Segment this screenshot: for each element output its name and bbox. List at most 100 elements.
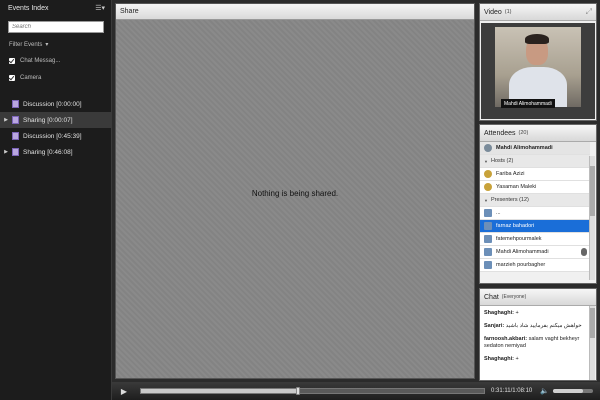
video-pod-title: Video (484, 8, 502, 16)
chat-text: + (515, 356, 519, 362)
volume-slider[interactable] (552, 389, 593, 393)
event-item[interactable]: Discussion [0:00:00] (0, 96, 111, 112)
attendee-row[interactable]: Yasaman Maleki (480, 181, 590, 194)
fullscreen-icon[interactable]: ⤢ (586, 7, 592, 17)
events-index-header: Events Index ☰▾ (0, 0, 111, 16)
chat-pod-header: Chat (Everyone) (480, 289, 596, 306)
seek-bar[interactable] (140, 387, 485, 395)
seek-handle[interactable] (295, 387, 300, 395)
chat-scrollbar[interactable] (589, 306, 595, 380)
share-pod: Share Nothing is being shared. (115, 3, 475, 379)
volume-level (552, 389, 583, 393)
playback-bar: ▶ 0:31:11/1:08:10 🔈 (112, 382, 600, 400)
seek-progress (141, 389, 298, 393)
attendees-pod-title: Attendees (484, 129, 516, 137)
attendee-row[interactable]: ... (480, 207, 590, 220)
attendee-name: Mahdi Alimohammadi (496, 145, 553, 151)
presenter-icon (484, 222, 492, 230)
video-count: (1) (504, 9, 512, 15)
hosts-group-label: Hosts (2) (490, 158, 514, 164)
attendee-name: Mahdi Alimohammadi (496, 249, 549, 255)
attendee-name: farnaz bahadori (496, 223, 535, 229)
chat-message: Shaghaghi: + (484, 310, 585, 317)
attendee-name: Fariba Azizi (496, 171, 525, 177)
volume-icon[interactable]: 🔈 (540, 387, 549, 395)
chat-message: Sanjari: خواهش میکنم بفرمایید شاد باشید (484, 323, 585, 330)
presenters-group-header[interactable]: ▼ Presenters (12) (480, 194, 590, 207)
presenter-icon (484, 248, 492, 256)
hosts-group-header[interactable]: ▼ Hosts (2) (480, 155, 590, 168)
user-icon (484, 144, 492, 152)
checkbox-camera[interactable] (9, 75, 15, 81)
chat-message: Shaghaghi: + (484, 356, 585, 363)
attendees-pod: Attendees (20) Mahdi Alimohammadi ▼ Host… (479, 124, 597, 284)
events-index-panel: Events Index ☰▾ Filter Events ▾ Chat Mes… (0, 0, 112, 400)
expand-arrow-icon[interactable]: ▶ (0, 117, 12, 123)
attendee-row[interactable]: farnaz bahadori (480, 220, 590, 233)
events-index-title: Events Index (8, 4, 49, 12)
events-list: Discussion [0:00:00] ▶ Sharing [0:00:07]… (0, 96, 111, 160)
filter-camera-label: Camera (20, 75, 42, 81)
chat-sender: Sanjari: (484, 323, 505, 329)
camera-name-label: Mahdi Alimohammadi (501, 99, 555, 108)
collapse-triangle-icon: ▼ (484, 197, 488, 203)
sharing-icon (12, 148, 19, 156)
event-item[interactable]: ▶ Sharing [0:00:07] (0, 112, 111, 128)
share-pod-title: Share (120, 8, 139, 15)
attendee-row[interactable]: marzieh pourbagher (480, 259, 590, 272)
expand-arrow-icon[interactable]: ▶ (0, 149, 12, 155)
chat-messages: Shaghaghi: + Sanjari: خواهش میکنم بفرمای… (480, 306, 589, 380)
presenter-icon (484, 209, 492, 217)
chat-text: + (515, 310, 519, 316)
share-pod-header: Share (116, 4, 474, 20)
attendee-name: fatemehpourmalek (496, 236, 542, 242)
checkbox-chat-messages[interactable] (9, 58, 15, 64)
host-icon (484, 183, 492, 191)
presenter-icon (484, 235, 492, 243)
attendee-name: marzieh pourbagher (496, 262, 546, 268)
attendees-count: (20) (518, 130, 529, 136)
share-content-area: Nothing is being shared. (116, 20, 474, 378)
chevron-down-icon: ▾ (45, 42, 49, 48)
event-label: Discussion [0:45:39] (23, 132, 82, 140)
discussion-icon (12, 132, 19, 140)
scrollbar-thumb[interactable] (590, 308, 595, 338)
webcam-feed (495, 27, 581, 107)
video-pod-header: Video (1) (480, 4, 596, 21)
scrollbar-thumb[interactable] (590, 166, 595, 216)
chat-pod: Chat (Everyone) Shaghaghi: + Sanjari: خو… (479, 288, 597, 381)
chat-message: farnoosh.akbari: salam vaght bekheyr sed… (484, 336, 585, 350)
event-item[interactable]: Discussion [0:45:39] (0, 128, 111, 144)
filter-events-dropdown[interactable]: Filter Events ▾ (9, 41, 111, 49)
attendees-pod-header: Attendees (20) (480, 125, 596, 142)
meeting-recording-app: Events Index ☰▾ Filter Events ▾ Chat Mes… (0, 0, 600, 400)
attendee-row[interactable]: fatemehpourmalek (480, 233, 590, 246)
microphone-icon (581, 248, 587, 256)
playback-time: 0:31:11/1:08:10 (491, 388, 533, 394)
attendees-list: Mahdi Alimohammadi ▼ Hosts (2) Fariba Az… (480, 142, 590, 272)
event-label: Sharing [0:46:08] (23, 148, 73, 156)
host-icon (484, 170, 492, 178)
sharing-icon (12, 116, 19, 124)
filter-chat-messages-label: Chat Messag... (20, 58, 61, 64)
attendee-name: ... (496, 210, 501, 216)
chat-sender: Shaghaghi: (484, 310, 514, 316)
share-empty-message: Nothing is being shared. (251, 188, 339, 198)
presenter-icon (484, 261, 492, 269)
event-label: Discussion [0:00:00] (23, 100, 82, 108)
event-item[interactable]: ▶ Sharing [0:46:08] (0, 144, 111, 160)
filter-camera[interactable]: Camera (9, 74, 111, 82)
chat-sender: farnoosh.akbari: (484, 336, 528, 342)
events-search-input[interactable] (8, 21, 104, 33)
attendees-scrollbar[interactable] (589, 156, 595, 280)
panel-menu-icon[interactable]: ☰▾ (95, 4, 105, 12)
current-user-row[interactable]: Mahdi Alimohammadi (480, 142, 590, 155)
video-frame: Mahdi Alimohammadi (481, 23, 595, 119)
chat-text: خواهش میکنم بفرمایید شاد باشید (505, 323, 582, 329)
collapse-triangle-icon: ▼ (484, 158, 488, 164)
attendee-row[interactable]: Mahdi Alimohammadi (480, 246, 590, 259)
play-icon[interactable]: ▶ (118, 382, 130, 400)
filter-chat-messages[interactable]: Chat Messag... (9, 57, 111, 65)
attendee-row[interactable]: Fariba Azizi (480, 168, 590, 181)
chat-scope: (Everyone) (501, 294, 527, 300)
